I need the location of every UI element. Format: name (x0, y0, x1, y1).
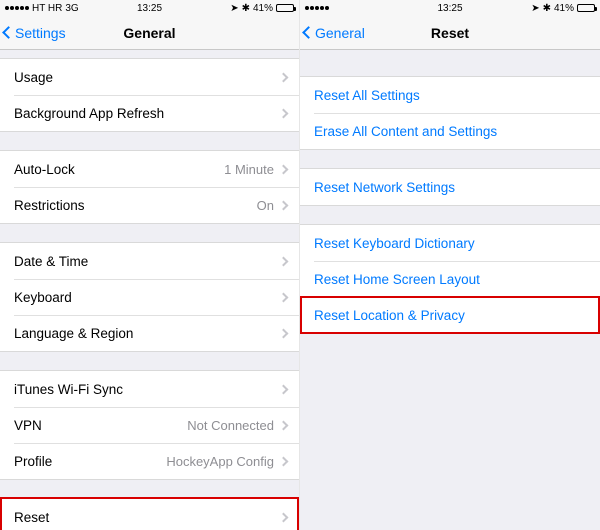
clock: 13:25 (0, 3, 299, 14)
cell-reset-location-privacy[interactable]: Reset Location & Privacy (300, 297, 600, 333)
group-reset-main: Reset All Settings Erase All Content and… (300, 76, 600, 150)
group-locale: Date & Time Keyboard Language & Region (0, 242, 299, 352)
cell-label: Date & Time (14, 254, 280, 269)
cell-label: Erase All Content and Settings (314, 124, 588, 139)
chevron-left-icon (302, 26, 315, 39)
cell-reset-home-screen-layout[interactable]: Reset Home Screen Layout (300, 261, 600, 297)
cell-label: Profile (14, 454, 166, 469)
back-button[interactable]: Settings (4, 16, 66, 49)
chevron-right-icon (279, 200, 289, 210)
status-bar: HT HR 3G 13:25 ➤ ✱ 41% (0, 0, 299, 16)
cell-label: Reset Keyboard Dictionary (314, 236, 588, 251)
cell-detail: On (257, 198, 274, 213)
battery-icon (577, 4, 595, 12)
chevron-left-icon (2, 26, 15, 39)
cell-profile[interactable]: Profile HockeyApp Config (0, 443, 299, 479)
cell-vpn[interactable]: VPN Not Connected (0, 407, 299, 443)
back-label: Settings (15, 25, 66, 41)
group-reset-network: Reset Network Settings (300, 168, 600, 206)
cell-label: Reset (14, 510, 280, 525)
chevron-right-icon (279, 512, 289, 522)
cell-reset-network-settings[interactable]: Reset Network Settings (300, 169, 600, 205)
cell-label: Auto-Lock (14, 162, 224, 177)
cell-label: Restrictions (14, 198, 257, 213)
cell-label: VPN (14, 418, 187, 433)
chevron-right-icon (279, 164, 289, 174)
nav-bar: Settings General (0, 16, 299, 50)
group-connectivity: iTunes Wi-Fi Sync VPN Not Connected Prof… (0, 370, 299, 480)
chevron-right-icon (279, 108, 289, 118)
chevron-right-icon (279, 456, 289, 466)
cell-label: Language & Region (14, 326, 280, 341)
group-usage: Usage Background App Refresh (0, 58, 299, 132)
cell-language-region[interactable]: Language & Region (0, 315, 299, 351)
clock: 13:25 (300, 3, 600, 14)
group-reset: Reset (0, 498, 299, 530)
cell-label: Reset Network Settings (314, 180, 588, 195)
cell-bg-app-refresh[interactable]: Background App Refresh (0, 95, 299, 131)
cell-label: Keyboard (14, 290, 280, 305)
cell-reset-keyboard-dictionary[interactable]: Reset Keyboard Dictionary (300, 225, 600, 261)
group-lock: Auto-Lock 1 Minute Restrictions On (0, 150, 299, 224)
cell-keyboard[interactable]: Keyboard (0, 279, 299, 315)
cell-reset-all-settings[interactable]: Reset All Settings (300, 77, 600, 113)
chevron-right-icon (279, 384, 289, 394)
general-settings-screen: HT HR 3G 13:25 ➤ ✱ 41% Settings General … (0, 0, 300, 530)
cell-detail: 1 Minute (224, 162, 274, 177)
page-title: Reset (431, 25, 469, 41)
chevron-right-icon (279, 256, 289, 266)
cell-auto-lock[interactable]: Auto-Lock 1 Minute (0, 151, 299, 187)
cell-label: Reset All Settings (314, 88, 588, 103)
chevron-right-icon (279, 420, 289, 430)
cell-label: Background App Refresh (14, 106, 280, 121)
reset-screen: 13:25 ➤ ✱ 41% General Reset Reset All Se… (300, 0, 600, 530)
cell-itunes-wifi-sync[interactable]: iTunes Wi-Fi Sync (0, 371, 299, 407)
group-reset-other: Reset Keyboard Dictionary Reset Home Scr… (300, 224, 600, 334)
cell-date-time[interactable]: Date & Time (0, 243, 299, 279)
cell-label: iTunes Wi-Fi Sync (14, 382, 280, 397)
status-bar: 13:25 ➤ ✱ 41% (300, 0, 600, 16)
page-title: General (123, 25, 175, 41)
cell-label: Reset Home Screen Layout (314, 272, 588, 287)
battery-icon (276, 4, 294, 12)
cell-reset[interactable]: Reset (0, 499, 299, 530)
chevron-right-icon (279, 72, 289, 82)
chevron-right-icon (279, 328, 289, 338)
cell-usage[interactable]: Usage (0, 59, 299, 95)
cell-label: Usage (14, 70, 280, 85)
cell-detail: Not Connected (187, 418, 274, 433)
back-label: General (315, 25, 365, 41)
chevron-right-icon (279, 292, 289, 302)
cell-erase-all-content[interactable]: Erase All Content and Settings (300, 113, 600, 149)
nav-bar: General Reset (300, 16, 600, 50)
cell-restrictions[interactable]: Restrictions On (0, 187, 299, 223)
cell-label: Reset Location & Privacy (314, 308, 588, 323)
cell-detail: HockeyApp Config (166, 454, 274, 469)
back-button[interactable]: General (304, 16, 365, 49)
